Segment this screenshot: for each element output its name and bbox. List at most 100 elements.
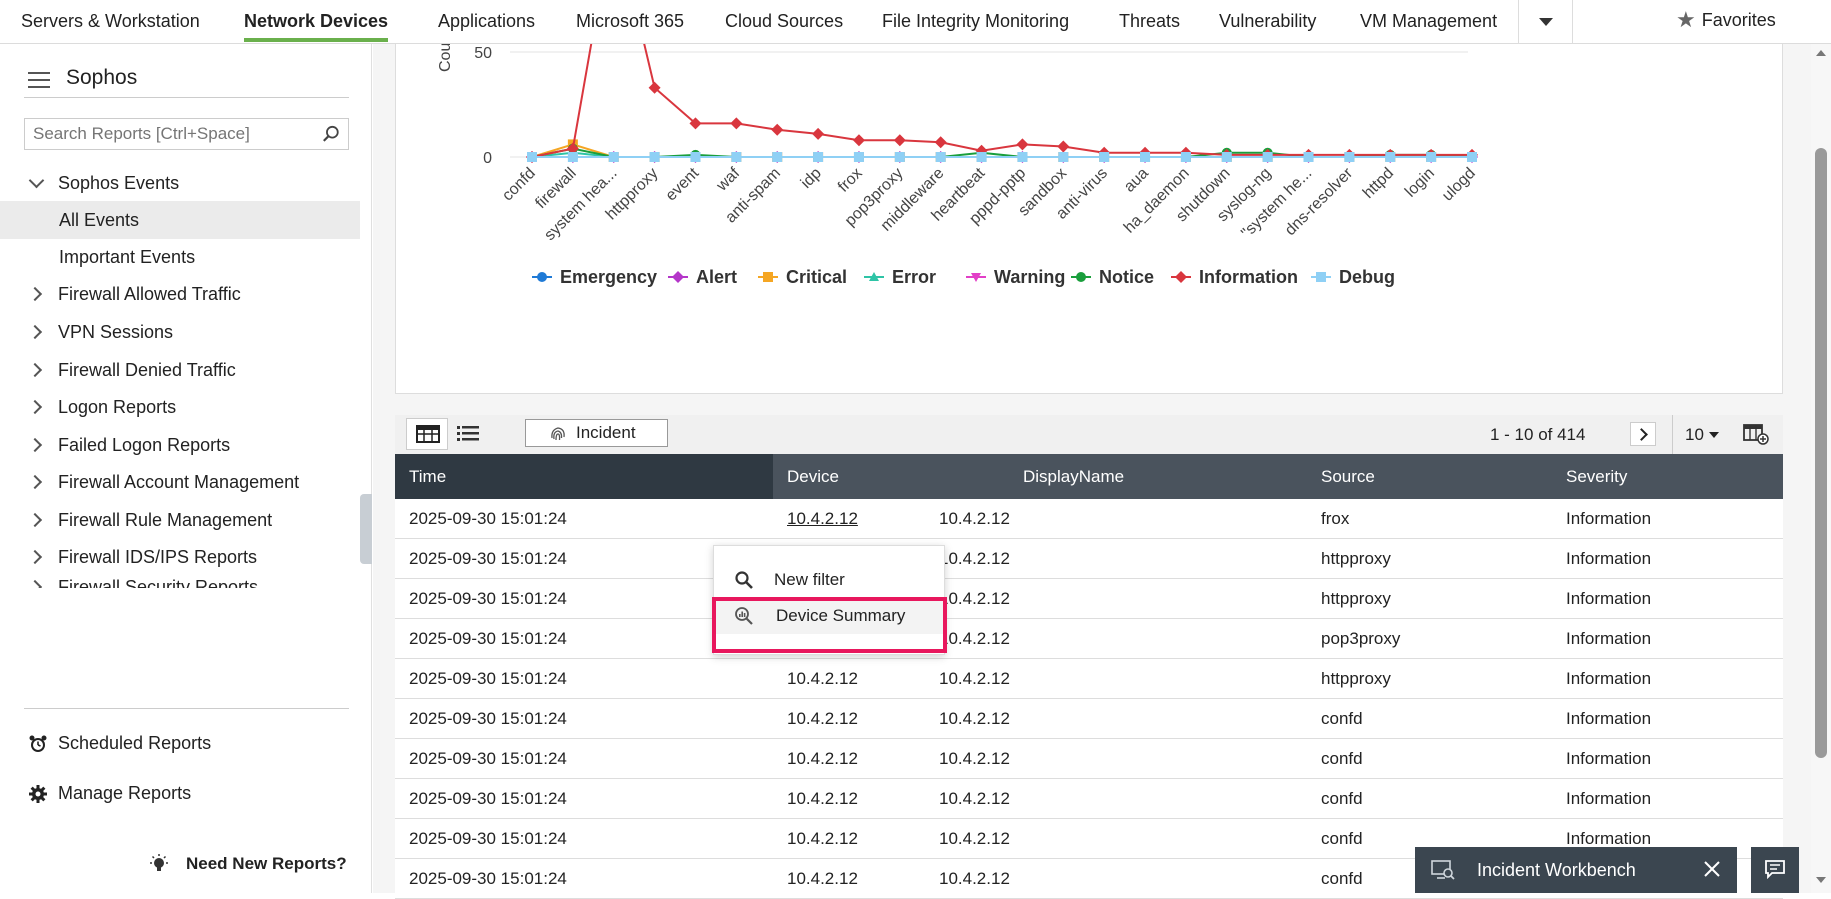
legend-item-emergency[interactable]: Emergency [532,267,657,287]
tab-network-devices[interactable]: Network Devices [244,0,389,44]
incident-workbench-bar[interactable]: Incident Workbench [1415,847,1737,893]
column-header-source[interactable]: Source [1307,454,1375,499]
scrollbar-thumb[interactable] [1815,148,1827,758]
legend-item-debug[interactable]: Debug [1311,267,1395,287]
data-point [1344,152,1355,162]
hamburger-menu-icon[interactable] [28,72,50,88]
legend-item-information[interactable]: Information [1171,267,1298,287]
sidebar-item-firewall-account-management[interactable]: Firewall Account Management [0,463,360,501]
x-tick-label: aua [1121,165,1152,196]
legend-item-warning[interactable]: Warning [966,267,1065,287]
sidebar-item-firewall-security-reports[interactable]: Firewall Security Reports [0,568,360,588]
sidebar-item-all-events[interactable]: All Events [0,201,360,239]
chart-panel: 0 50 Cou confd firewall system hea... httpprox… [395,44,1783,394]
alarm-clock-icon [29,735,47,752]
sidebar-item-firewall-rule-management[interactable]: Firewall Rule Management [0,501,360,539]
close-icon[interactable] [1703,860,1721,878]
incident-button[interactable]: Incident [525,419,668,447]
sidebar-item-important-events[interactable]: Important Events [0,238,360,276]
table-row[interactable]: 2025-09-30 15:01:24 10.4.2.12 httpproxy Inf… [395,539,1783,579]
page-scrollbar[interactable] [1811,44,1831,893]
favorites-label: Favorites [1701,10,1776,30]
cell-time: 2025-09-30 15:01:24 [409,669,567,688]
column-header-displayname[interactable]: DisplayName [1009,454,1124,499]
tab-cloud-sources[interactable]: Cloud Sources [725,0,843,44]
cell-device[interactable]: 10.4.2.12 [787,699,858,739]
table-row[interactable]: 2025-09-30 15:01:24 10.4.2.12 10.4.2.12 con… [395,699,1783,739]
report-search-input[interactable] [25,119,305,149]
legend-item-critical[interactable]: Critical [758,267,847,287]
sidebar-item-sophos-events[interactable]: Sophos Events [0,164,360,202]
events-table: Time Device DisplayName Source Severity … [395,454,1783,899]
legend-marker [537,272,547,282]
tab-servers-workstation[interactable]: Servers & Workstation [21,0,200,44]
legend-marker [763,272,773,282]
chat-button[interactable] [1751,847,1799,893]
cell-device[interactable]: 10.4.2.12 [787,779,858,819]
legend-item-error[interactable]: Error [864,267,936,287]
column-header-time[interactable]: Time [395,454,773,499]
sidebar-item-firewall-denied-traffic[interactable]: Firewall Denied Traffic [0,351,360,389]
star-icon: ★ [1676,7,1696,32]
table-row[interactable]: 2025-09-30 15:01:24 10.4.2.12 10.4.2.12 con… [395,779,1783,819]
data-point [730,117,743,130]
cell-device[interactable]: 10.4.2.12 [787,819,858,859]
list-view-button[interactable] [447,418,489,450]
legend-marker [1076,272,1086,282]
table-row[interactable]: 2025-09-30 15:01:24 10.4.2.12 10.4.2.12 fro… [395,499,1783,539]
column-header-device[interactable]: Device [773,454,839,499]
table-view-button[interactable] [406,418,448,450]
x-tick-label: httpd [1360,165,1397,202]
chevron-right-icon [28,501,42,539]
tab-microsoft-365[interactable]: Microsoft 365 [576,0,684,44]
sidebar: Sophos Sophos Events All Events Importan… [0,44,372,893]
table-row[interactable]: 2025-09-30 15:01:24 10.4.2.12 pop3proxy Inf… [395,619,1783,659]
sidebar-item-firewall-allowed-traffic[interactable]: Firewall Allowed Traffic [0,275,360,313]
data-point [690,152,701,162]
column-header-severity[interactable]: Severity [1552,454,1627,499]
column-settings-icon[interactable] [1743,423,1769,445]
more-tabs-dropdown[interactable] [1518,0,1573,44]
chevron-right-icon [28,388,42,426]
tab-threats[interactable]: Threats [1119,0,1180,44]
search-icon[interactable] [322,125,340,143]
cell-device[interactable]: 10.4.2.12 [787,859,858,899]
cell-time: 2025-09-30 15:01:24 [409,709,567,728]
table-row[interactable]: 2025-09-30 15:01:24 10.4.2.12 10.4.2.12 con… [395,739,1783,779]
legend-label: Critical [786,267,847,287]
sidebar-item-vpn-sessions[interactable]: VPN Sessions [0,313,360,351]
tab-vm-management[interactable]: VM Management [1360,0,1497,44]
cell-device[interactable]: 10.4.2.12 [787,499,858,539]
sidebar-item-failed-logon-reports[interactable]: Failed Logon Reports [0,426,360,464]
legend-item-notice[interactable]: Notice [1071,267,1154,287]
tab-vulnerability[interactable]: Vulnerability [1219,0,1316,44]
cell-device[interactable]: 10.4.2.12 [787,739,858,779]
cell-source: frox [1321,509,1350,528]
sidebar-item-logon-reports[interactable]: Logon Reports [0,388,360,426]
data-point [1016,138,1029,151]
legend-label: Alert [696,267,737,287]
workbench-label: Incident Workbench [1477,860,1636,880]
table-row[interactable]: 2025-09-30 15:01:24 10.4.2.12 10.4.2.12 htt… [395,659,1783,699]
tab-file-integrity-monitoring[interactable]: File Integrity Monitoring [882,0,1069,44]
legend-item-alert[interactable]: Alert [668,267,737,287]
data-point [1058,152,1069,162]
data-point [813,152,824,162]
series-line [531,44,1472,158]
page-size-select[interactable]: 10 [1672,415,1719,454]
scroll-down-icon[interactable] [1816,877,1826,883]
menu-item-new-filter[interactable]: New filter [714,562,944,598]
next-page-button[interactable] [1630,422,1656,446]
table-row[interactable]: 2025-09-30 15:01:24 10.4.2.12 httpproxy Inf… [395,579,1783,619]
scroll-up-icon[interactable] [1816,50,1826,56]
cell-source: httpproxy [1321,549,1391,568]
y-tick-label: 50 [474,45,492,62]
data-point [1221,152,1232,162]
caret-down-icon [1708,432,1719,438]
series-notice [527,143,1477,162]
tab-applications[interactable]: Applications [438,0,535,44]
sidebar-collapse-handle[interactable] [360,494,372,564]
legend-label: Warning [994,267,1065,287]
cell-device[interactable]: 10.4.2.12 [787,659,858,699]
favorites-button[interactable]: ★ Favorites [1676,0,1776,40]
